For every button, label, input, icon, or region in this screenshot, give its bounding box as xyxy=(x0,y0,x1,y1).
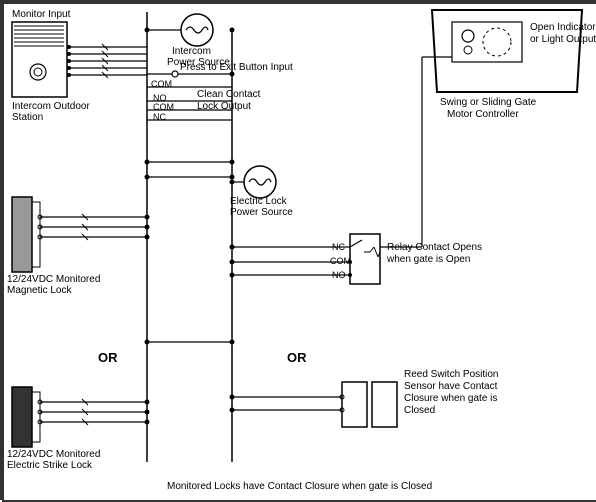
svg-text:Intercom: Intercom xyxy=(172,46,211,57)
svg-text:OR: OR xyxy=(287,350,307,365)
wiring-diagram: Monitor Input Intercom Outdoor Station I… xyxy=(0,0,596,500)
svg-text:Electric Strike Lock: Electric Strike Lock xyxy=(7,460,93,471)
svg-text:Sensor have Contact: Sensor have Contact xyxy=(404,381,498,392)
svg-text:Reed Switch Position: Reed Switch Position xyxy=(404,369,499,380)
svg-text:Magnetic Lock: Magnetic Lock xyxy=(7,285,72,296)
svg-text:or Light Output: or Light Output xyxy=(530,34,596,45)
svg-text:Clean Contact: Clean Contact xyxy=(197,89,261,100)
svg-text:Monitored Locks have Contact C: Monitored Locks have Contact Closure whe… xyxy=(167,481,432,492)
svg-text:Power Source: Power Source xyxy=(230,207,293,218)
svg-text:Monitor Input: Monitor Input xyxy=(12,9,71,20)
svg-text:Closed: Closed xyxy=(404,405,435,416)
svg-text:Swing or Sliding Gate: Swing or Sliding Gate xyxy=(440,97,537,108)
svg-text:Open Indicator: Open Indicator xyxy=(530,22,596,33)
svg-text:Station: Station xyxy=(12,112,43,123)
svg-text:Motor Controller: Motor Controller xyxy=(447,109,519,120)
svg-text:12/24VDC Monitored: 12/24VDC Monitored xyxy=(7,274,100,285)
svg-text:Press to Exit Button Input: Press to Exit Button Input xyxy=(180,62,293,73)
svg-text:Intercom Outdoor: Intercom Outdoor xyxy=(12,101,90,112)
svg-text:when gate is Open: when gate is Open xyxy=(386,254,470,265)
svg-text:12/24VDC Monitored: 12/24VDC Monitored xyxy=(7,449,100,460)
svg-text:OR: OR xyxy=(98,350,118,365)
svg-text:Electric Lock: Electric Lock xyxy=(230,196,288,207)
svg-text:COM: COM xyxy=(330,256,351,266)
svg-text:Closure when gate is: Closure when gate is xyxy=(404,393,497,404)
